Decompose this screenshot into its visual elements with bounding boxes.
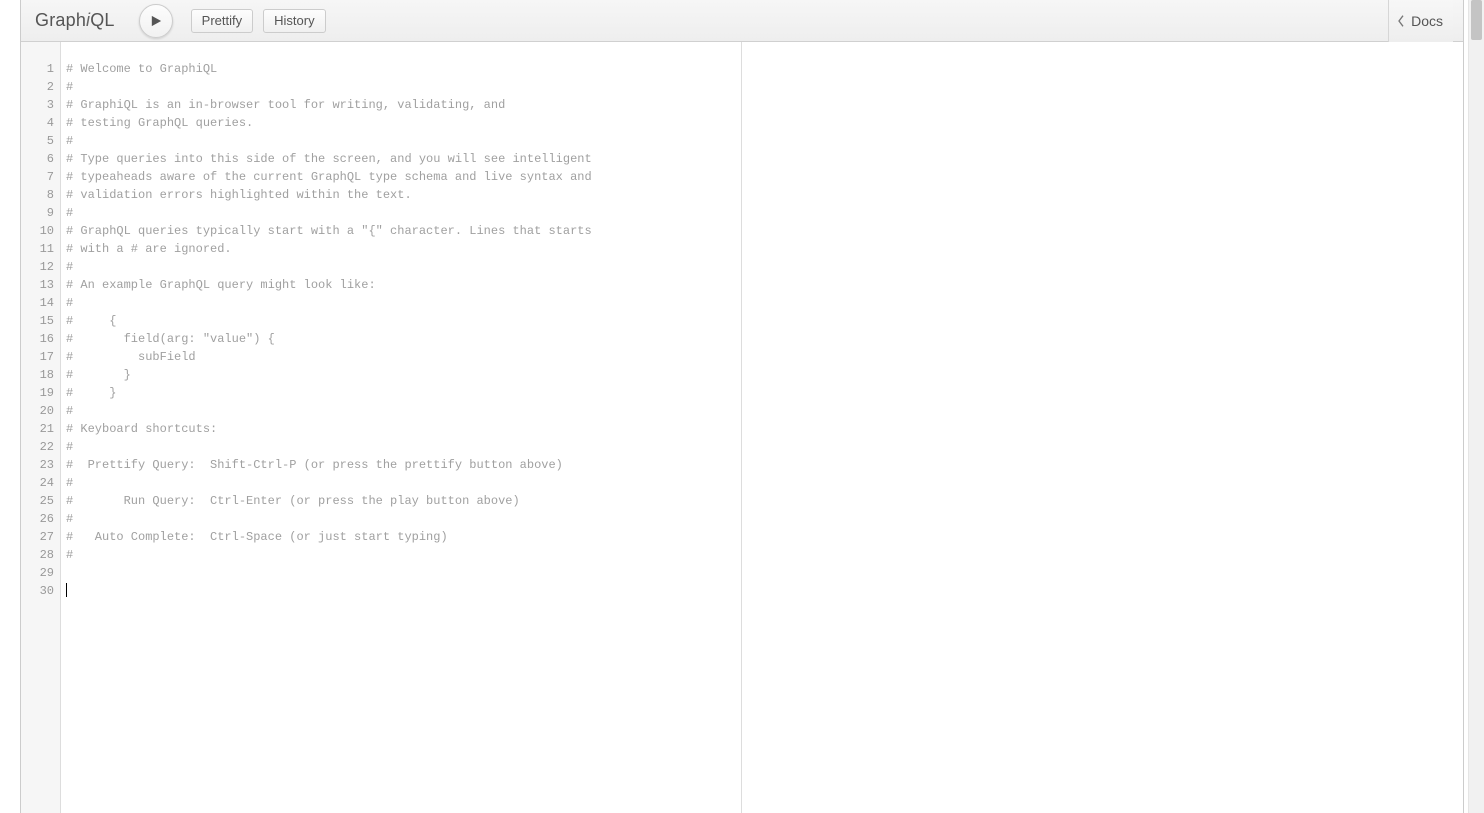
code-line[interactable]: # }: [66, 366, 741, 384]
code-line[interactable]: #: [66, 546, 741, 564]
line-number: 6: [21, 150, 60, 168]
line-number: 2: [21, 78, 60, 96]
query-editor-pane: 1234567891011121314151617181920212223242…: [21, 42, 742, 813]
code-line[interactable]: [66, 582, 741, 600]
code-line[interactable]: #: [66, 78, 741, 96]
line-number: 1: [21, 60, 60, 78]
code-line[interactable]: # Type queries into this side of the scr…: [66, 150, 741, 168]
code-line[interactable]: #: [66, 474, 741, 492]
line-number: 20: [21, 402, 60, 420]
play-icon: [149, 14, 163, 28]
code-line[interactable]: # Keyboard shortcuts:: [66, 420, 741, 438]
code-line[interactable]: # field(arg: "value") {: [66, 330, 741, 348]
toolbar: GraphiQL Prettify History Docs: [21, 0, 1463, 42]
docs-label: Docs: [1411, 13, 1443, 29]
code-line[interactable]: # An example GraphQL query might look li…: [66, 276, 741, 294]
result-pane: [742, 42, 1463, 813]
line-number: 23: [21, 456, 60, 474]
line-number: 4: [21, 114, 60, 132]
line-number: 22: [21, 438, 60, 456]
line-number: 14: [21, 294, 60, 312]
code-line[interactable]: # subField: [66, 348, 741, 366]
code-line[interactable]: # Prettify Query: Shift-Ctrl-P (or press…: [66, 456, 741, 474]
code-line[interactable]: # Auto Complete: Ctrl-Space (or just sta…: [66, 528, 741, 546]
workspace: 1234567891011121314151617181920212223242…: [21, 42, 1463, 813]
text-cursor: [66, 583, 67, 597]
window-scrollbar[interactable]: [1468, 0, 1484, 813]
line-number: 3: [21, 96, 60, 114]
code-line[interactable]: # with a # are ignored.: [66, 240, 741, 258]
line-number: 29: [21, 564, 60, 582]
code-line[interactable]: #: [66, 294, 741, 312]
line-number: 8: [21, 186, 60, 204]
code-line[interactable]: #: [66, 402, 741, 420]
line-number: 18: [21, 366, 60, 384]
code-line[interactable]: # Welcome to GraphiQL: [66, 60, 741, 78]
docs-button[interactable]: Docs: [1388, 0, 1453, 42]
line-number: 13: [21, 276, 60, 294]
line-number: 24: [21, 474, 60, 492]
line-number: 30: [21, 582, 60, 600]
line-number: 28: [21, 546, 60, 564]
query-editor[interactable]: # Welcome to GraphiQL## GraphiQL is an i…: [61, 42, 741, 813]
line-number: 17: [21, 348, 60, 366]
run-button[interactable]: [139, 4, 173, 38]
line-number: 5: [21, 132, 60, 150]
logo-part-2: QL: [90, 10, 114, 30]
code-line[interactable]: # validation errors highlighted within t…: [66, 186, 741, 204]
line-number: 19: [21, 384, 60, 402]
code-line[interactable]: # GraphiQL is an in-browser tool for wri…: [66, 96, 741, 114]
line-number: 12: [21, 258, 60, 276]
code-line[interactable]: #: [66, 204, 741, 222]
line-number: 21: [21, 420, 60, 438]
code-line[interactable]: # typeaheads aware of the current GraphQ…: [66, 168, 741, 186]
code-line[interactable]: # }: [66, 384, 741, 402]
prettify-button[interactable]: Prettify: [191, 9, 253, 33]
code-line[interactable]: #: [66, 510, 741, 528]
code-line[interactable]: #: [66, 258, 741, 276]
code-line[interactable]: #: [66, 438, 741, 456]
line-number: 7: [21, 168, 60, 186]
line-number: 27: [21, 528, 60, 546]
app-logo: GraphiQL: [35, 10, 115, 31]
logo-part-1: Graph: [35, 10, 86, 30]
code-line[interactable]: #: [66, 132, 741, 150]
chevron-left-icon: [1395, 13, 1407, 29]
code-line[interactable]: # GraphQL queries typically start with a…: [66, 222, 741, 240]
line-number: 9: [21, 204, 60, 222]
code-line[interactable]: # Run Query: Ctrl-Enter (or press the pl…: [66, 492, 741, 510]
line-number: 16: [21, 330, 60, 348]
scrollbar-thumb[interactable]: [1471, 0, 1482, 40]
line-number: 25: [21, 492, 60, 510]
line-number: 15: [21, 312, 60, 330]
code-line[interactable]: [66, 564, 741, 582]
line-number: 11: [21, 240, 60, 258]
line-number-gutter: 1234567891011121314151617181920212223242…: [21, 42, 61, 813]
history-button[interactable]: History: [263, 9, 325, 33]
code-line[interactable]: # {: [66, 312, 741, 330]
line-number: 26: [21, 510, 60, 528]
code-line[interactable]: # testing GraphQL queries.: [66, 114, 741, 132]
line-number: 10: [21, 222, 60, 240]
